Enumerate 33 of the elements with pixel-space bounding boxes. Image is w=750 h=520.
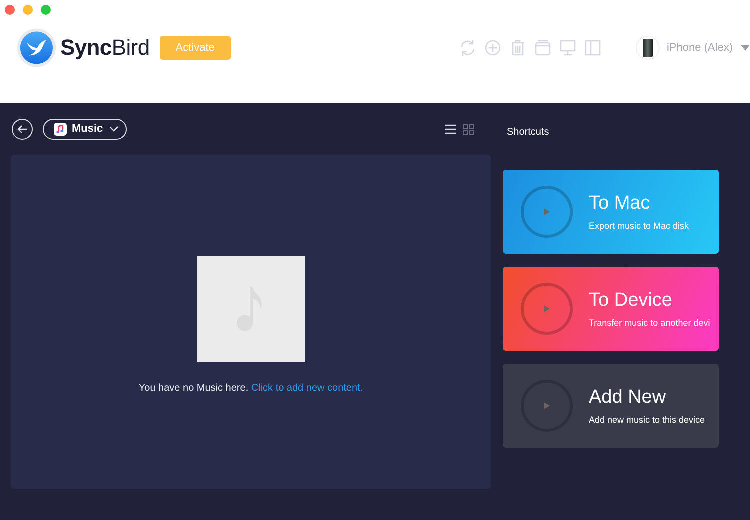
empty-message: You have no Music here. Click to add new content. bbox=[138, 383, 364, 394]
shortcuts-heading: Shortcuts bbox=[506, 126, 550, 140]
panel-icon[interactable] bbox=[582, 38, 603, 58]
shortcut-card[interactable]: Add New Add new music to this device bbox=[503, 364, 719, 448]
chevron-icon bbox=[109, 126, 120, 132]
window-control-button[interactable] bbox=[41, 5, 51, 15]
monitor-icon[interactable] bbox=[558, 38, 578, 58]
shortcut-title: To Mac bbox=[589, 193, 652, 215]
window-control-button[interactable] bbox=[5, 5, 15, 15]
shortcut-description: Transfer music to another devi bbox=[589, 318, 710, 328]
app-name: SyncBird bbox=[60, 35, 150, 61]
shortcut-title: Add New bbox=[589, 387, 668, 409]
device-name[interactable]: iPhone (Alex) bbox=[666, 42, 733, 54]
add-content-link[interactable]: Click to add new content. bbox=[251, 383, 364, 394]
play-icon bbox=[521, 283, 573, 335]
add-icon[interactable] bbox=[482, 38, 503, 58]
back-button[interactable] bbox=[12, 118, 33, 140]
category-dropdown[interactable]: Music bbox=[43, 118, 127, 140]
shortcut-title: To Device bbox=[589, 290, 674, 312]
shortcut-card[interactable]: To Mac Export music to Mac disk bbox=[503, 170, 719, 254]
box-icon[interactable] bbox=[532, 38, 553, 58]
play-icon bbox=[521, 186, 573, 238]
shortcut-description: Export music to Mac disk bbox=[589, 221, 690, 231]
shortcut-description: Add new music to this device bbox=[589, 415, 706, 425]
shortcut-card[interactable]: To Device Transfer music to another devi bbox=[503, 267, 719, 351]
music-app-icon bbox=[54, 122, 67, 136]
window-control-button[interactable] bbox=[23, 5, 33, 15]
list-view-icon[interactable] bbox=[445, 124, 456, 134]
grid-view-icon[interactable] bbox=[463, 124, 474, 134]
phone-icon bbox=[636, 37, 659, 59]
play-icon bbox=[521, 380, 573, 432]
caret-icon[interactable] bbox=[741, 45, 750, 51]
back-arrow-icon bbox=[17, 124, 28, 134]
